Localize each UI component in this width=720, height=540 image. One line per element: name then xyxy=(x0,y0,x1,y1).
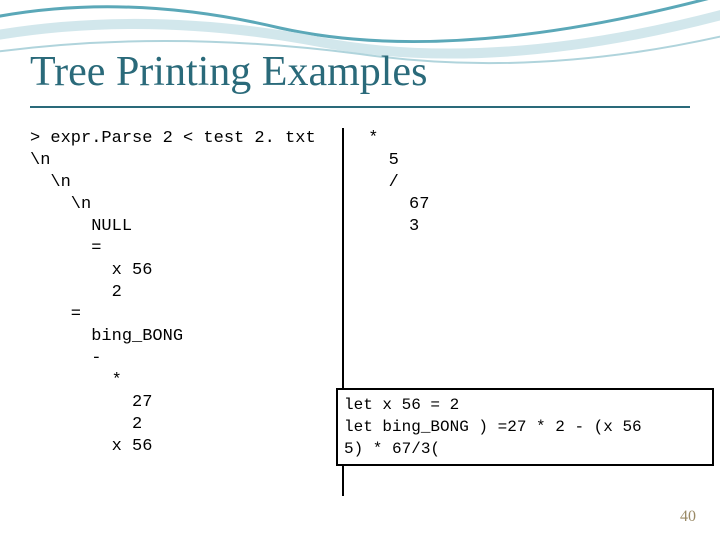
right-tree-output: * 5 / 67 3 xyxy=(358,128,429,238)
title-underline xyxy=(30,106,690,108)
page-number: 40 xyxy=(680,508,696,526)
source-code-box: let x 56 = 2 let bing_BONG ) =27 * 2 - (… xyxy=(336,388,714,466)
left-tree-output: > expr.Parse 2 < test 2. txt \n \n \n NU… xyxy=(30,128,316,458)
slide: Tree Printing Examples > expr.Parse 2 < … xyxy=(0,0,720,540)
slide-title: Tree Printing Examples xyxy=(30,48,427,96)
